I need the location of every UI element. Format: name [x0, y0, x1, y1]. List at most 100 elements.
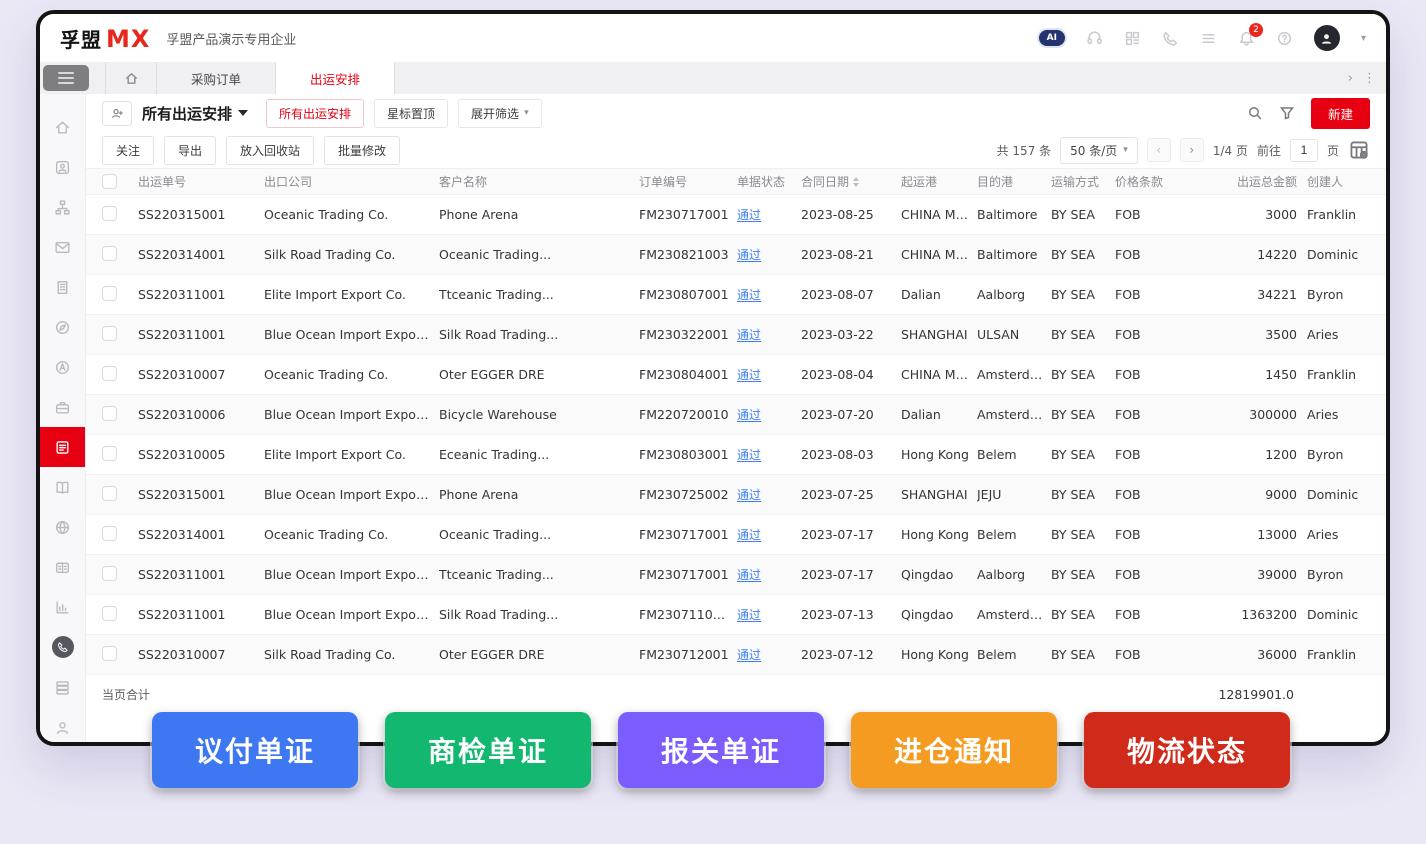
contacts-icon[interactable] [40, 147, 85, 187]
row-checkbox[interactable] [102, 285, 117, 301]
chip-expand-filters[interactable]: 展开筛选 ▾ [458, 98, 542, 128]
chart-icon[interactable] [40, 587, 85, 627]
filter-funnel-icon[interactable] [1279, 105, 1295, 121]
qr-icon[interactable] [1124, 30, 1141, 47]
headset-icon[interactable] [1086, 30, 1103, 47]
compass-icon[interactable] [40, 307, 85, 347]
briefcase-icon[interactable] [40, 387, 85, 427]
cell-contract-date: 2023-07-13 [801, 607, 874, 622]
page: 孚盟 MX 孚盟产品演示专用企业 AI 2 ▾ 采购订单 出运安排 › ⋮ 所有… [0, 0, 1426, 844]
avatar[interactable] [1313, 25, 1340, 51]
cell-port-of-loading: Qingdao [901, 567, 954, 582]
next-page-button[interactable]: › [1179, 138, 1204, 162]
inspection-docs-button[interactable]: 商检单证 [385, 712, 591, 788]
view-selector[interactable]: 所有出运安排 [142, 103, 249, 124]
logistics-status-button[interactable]: 物流状态 [1084, 712, 1290, 788]
search-icon[interactable] [1247, 105, 1263, 121]
batch-edit-button[interactable]: 批量修改 [324, 135, 401, 165]
page-size-label: 50 条/页 [1070, 143, 1118, 158]
chip-all-shipments[interactable]: 所有出运安排 [266, 98, 365, 128]
cell-transport-mode: BY SEA [1051, 527, 1095, 542]
recycle-bin-button[interactable]: 放入回收站 [226, 135, 315, 165]
cell-port-of-loading: Hong Kong [901, 647, 969, 662]
status-link[interactable]: 通过 [737, 208, 761, 222]
bell-icon[interactable]: 2 [1238, 22, 1263, 47]
row-checkbox[interactable] [102, 485, 117, 501]
cell-customer: Oceanic Trading... [439, 527, 552, 542]
row-checkbox[interactable] [102, 365, 117, 381]
row-checkbox[interactable] [102, 645, 117, 661]
status-link[interactable]: 通过 [737, 408, 761, 422]
org-icon[interactable] [40, 187, 85, 227]
phone-icon[interactable] [40, 627, 85, 667]
cell-export-company: Blue Ocean Import Export Co. [264, 487, 439, 502]
tab-shipping-arrangement[interactable]: 出运安排 [276, 62, 396, 94]
status-link[interactable]: 通过 [737, 328, 761, 342]
cell-creator: Byron [1307, 287, 1344, 302]
row-checkbox[interactable] [102, 605, 117, 621]
cell-transport-mode: BY SEA [1051, 367, 1095, 382]
assign-user-icon[interactable] [102, 100, 132, 126]
cell-export-company: Oceanic Trading Co. [264, 207, 389, 222]
chevron-down-icon[interactable]: ▾ [1361, 33, 1366, 44]
tab-purchase-orders[interactable]: 采购订单 [157, 62, 277, 94]
new-button[interactable]: 新建 [1310, 97, 1370, 129]
column-settings-icon[interactable] [1348, 139, 1370, 161]
filter-bar: 所有出运安排 所有出运安排 星标置顶 展开筛选 ▾ 新建 [86, 94, 1386, 132]
list-icon[interactable] [1200, 30, 1217, 47]
target-icon[interactable] [40, 347, 85, 387]
server-icon[interactable] [40, 667, 85, 707]
status-link[interactable]: 通过 [737, 448, 761, 462]
book-icon[interactable] [40, 467, 85, 507]
select-all-checkbox[interactable] [102, 174, 117, 189]
warehouse-notice-button[interactable]: 进仓通知 [851, 712, 1057, 788]
status-link[interactable]: 通过 [737, 608, 761, 622]
globe-icon[interactable] [40, 507, 85, 547]
chevron-right-icon[interactable]: › [1348, 71, 1353, 86]
status-link[interactable]: 通过 [737, 528, 761, 542]
home-icon[interactable] [40, 107, 85, 147]
row-checkbox[interactable] [102, 565, 117, 581]
ai-badge[interactable]: AI [1038, 30, 1065, 46]
status-link[interactable]: 通过 [737, 248, 761, 262]
kebab-menu-icon[interactable]: ⋮ [1363, 71, 1376, 86]
chip-starred-pinned[interactable]: 星标置顶 [374, 98, 449, 128]
status-link[interactable]: 通过 [737, 648, 761, 662]
tab-home[interactable] [105, 62, 157, 94]
sort-icon[interactable] [853, 176, 860, 187]
table-row: SS220310007 Silk Road Trading Co. Oter E… [86, 635, 1386, 675]
row-checkbox[interactable] [102, 205, 117, 221]
cell-customer: Phone Arena [439, 207, 519, 222]
shipping-doc-icon[interactable] [40, 427, 85, 467]
page-size-select[interactable]: 50 条/页 ▾ [1060, 136, 1138, 164]
company-name: 孚盟产品演示专用企业 [166, 32, 297, 48]
building-icon[interactable] [40, 267, 85, 307]
status-link[interactable]: 通过 [737, 368, 761, 382]
row-checkbox[interactable] [102, 245, 117, 261]
col-status: 单据状态 [737, 175, 786, 189]
cell-order-no: FM230803001 [639, 447, 729, 462]
status-link[interactable]: 通过 [737, 488, 761, 502]
prev-page-button[interactable]: ‹ [1146, 138, 1171, 162]
goto-page-input[interactable] [1289, 138, 1318, 162]
negotiation-docs-button[interactable]: 议付单证 [152, 712, 358, 788]
status-link[interactable]: 通过 [737, 288, 761, 302]
customs-docs-button[interactable]: 报关单证 [618, 712, 824, 788]
row-checkbox[interactable] [102, 445, 117, 461]
col-contract-date[interactable]: 合同日期 [801, 173, 901, 190]
mail-icon[interactable] [40, 227, 85, 267]
row-checkbox[interactable] [102, 325, 117, 341]
export-button[interactable]: 导出 [164, 135, 217, 165]
help-icon[interactable] [1276, 30, 1293, 47]
cell-total-amount: 1450 [1265, 367, 1297, 382]
follow-button[interactable]: 关注 [102, 135, 155, 165]
cell-order-no: FM230711002,F... [639, 607, 737, 622]
menu-toggle[interactable] [43, 65, 89, 91]
phone-icon[interactable] [1162, 30, 1179, 47]
card-icon[interactable] [40, 547, 85, 587]
flow-buttons: 议付单证 商检单证 报关单证 进仓通知 物流状态 [152, 712, 1290, 788]
status-link[interactable]: 通过 [737, 568, 761, 582]
row-checkbox[interactable] [102, 405, 117, 421]
user-icon[interactable] [40, 707, 85, 742]
row-checkbox[interactable] [102, 525, 117, 541]
